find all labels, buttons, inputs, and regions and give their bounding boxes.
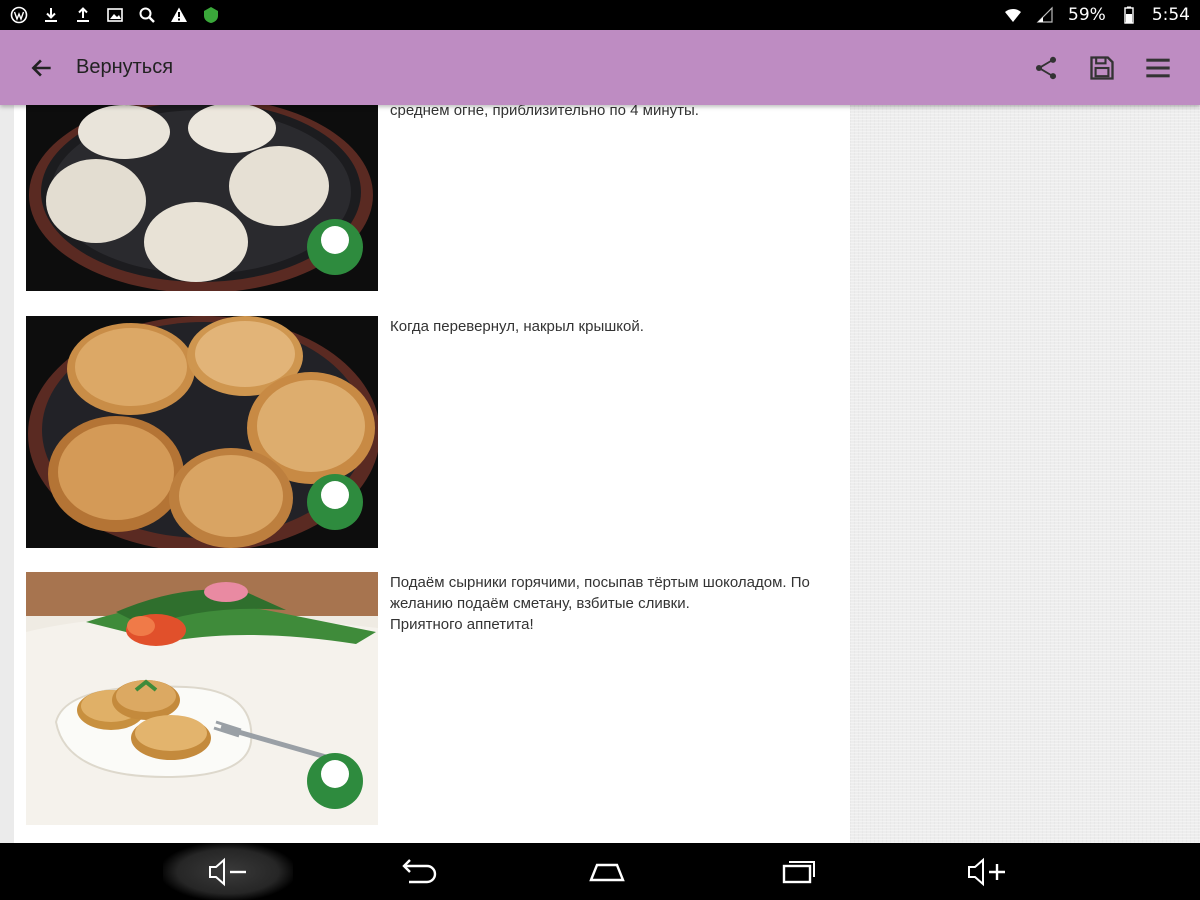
menu-button[interactable] [1132, 42, 1184, 94]
back-label[interactable]: Вернуться [76, 56, 173, 79]
shield-app-icon [202, 6, 220, 24]
menu-icon [1146, 58, 1170, 77]
volume-up-button[interactable] [922, 843, 1052, 900]
system-status: 59% 5:54 [1004, 5, 1190, 25]
signal-icon [1036, 6, 1054, 24]
image-icon [106, 6, 124, 24]
battery-percent: 59% [1068, 5, 1106, 25]
app-bar-actions [1020, 42, 1184, 94]
back-button[interactable] [14, 40, 70, 96]
volume-up-icon [968, 857, 1005, 886]
volume-down-button[interactable] [163, 843, 293, 900]
recipe-steps-panel[interactable]: среднем огне, приблизительно по 4 минуты… [14, 105, 850, 843]
back-icon [402, 858, 437, 883]
wordpress-icon [10, 6, 28, 24]
notification-icons [10, 6, 220, 24]
warning-icon [170, 6, 188, 24]
step-photo[interactable] [26, 105, 378, 291]
recents-icon [782, 860, 815, 883]
recents-button[interactable] [733, 843, 863, 900]
side-panel [850, 105, 1200, 843]
step-description: Когда перевернул, накрыл крышкой. [390, 318, 644, 335]
upload-icon [74, 6, 92, 24]
share-button[interactable] [1020, 42, 1072, 94]
arrow-left-icon [31, 58, 51, 77]
system-nav-bar [0, 843, 1200, 900]
search-icon [138, 6, 156, 24]
home-icon [589, 863, 625, 881]
save-icon [1090, 55, 1114, 80]
step-photo[interactable] [26, 572, 378, 825]
share-icon [1035, 56, 1057, 79]
back-nav-button[interactable] [352, 843, 482, 900]
wifi-icon [1004, 6, 1022, 24]
clock: 5:54 [1151, 5, 1190, 25]
step-photo[interactable] [26, 316, 378, 548]
battery-icon [1120, 6, 1138, 24]
app-bar: Вернуться [0, 30, 1200, 105]
volume-down-icon [209, 857, 246, 886]
home-button[interactable] [542, 843, 672, 900]
step-description: Подаём сырники горячими, посыпав тёртым … [390, 574, 810, 633]
save-button[interactable] [1076, 42, 1128, 94]
status-bar: 59% 5:54 [0, 0, 1200, 30]
download-icon [42, 6, 60, 24]
step-description: среднем огне, приблизительно по 4 минуты… [390, 105, 699, 119]
